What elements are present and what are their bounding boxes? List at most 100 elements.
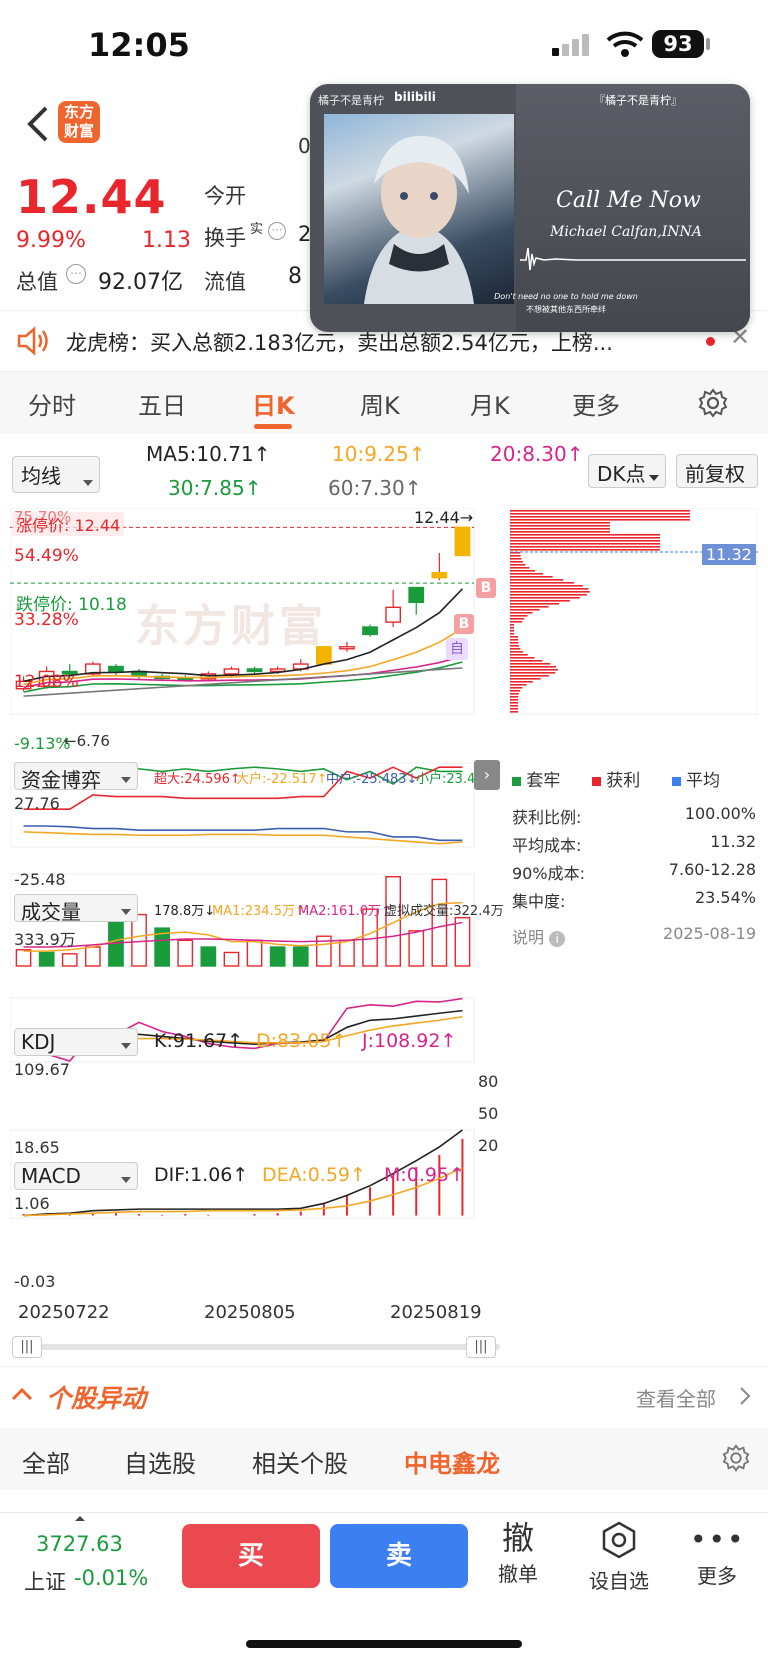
chip-bar <box>510 579 564 581</box>
chip-bar <box>510 672 556 674</box>
chip-bar <box>510 633 514 635</box>
speaker-icon <box>17 326 48 356</box>
tab-more[interactable]: 更多 <box>572 386 620 421</box>
candle <box>223 668 240 675</box>
chip-bar <box>510 642 519 644</box>
settings-gear-icon[interactable] <box>722 1444 750 1472</box>
chip-bar <box>510 519 690 521</box>
chip-bar <box>510 585 583 587</box>
chip-bar <box>510 546 660 548</box>
open-label: 今开 <box>204 184 246 208</box>
more-button[interactable]: ••• 更多 <box>690 1520 744 1589</box>
home-indicator <box>246 1640 522 1648</box>
chip-bar <box>510 582 574 584</box>
back-arrow-icon[interactable] <box>20 100 60 148</box>
tab-fenshi[interactable]: 分时 <box>28 386 76 421</box>
settings-gear-icon[interactable] <box>698 388 728 418</box>
chip-bar <box>510 660 543 662</box>
macd-dropdown[interactable]: MACD <box>14 1162 138 1190</box>
chip-bar <box>510 549 660 551</box>
volume-bar <box>269 946 286 967</box>
expand-arrow-icon[interactable]: › <box>474 760 500 790</box>
chip-bar <box>510 666 557 668</box>
buy-button[interactable]: 买 <box>182 1524 320 1588</box>
chip-bar <box>510 669 558 671</box>
chip-bar <box>510 609 540 611</box>
collapse-chevron-icon[interactable] <box>10 1385 34 1403</box>
filter-related[interactable]: 相关个股 <box>252 1444 348 1479</box>
period-tabs: 分时 五日 日K 周K 月K 更多 <box>0 372 768 434</box>
candle <box>408 586 425 604</box>
range-handle-left[interactable]: ||| <box>12 1336 42 1358</box>
chip-bar <box>510 531 610 533</box>
chip-bar <box>510 537 660 539</box>
cancel-order-button[interactable]: 撤 撤单 <box>492 1520 544 1587</box>
total-value: 92.07亿 <box>98 270 183 295</box>
tab-wuri[interactable]: 五日 <box>138 386 186 421</box>
tab-daily-k[interactable]: 日K <box>252 386 295 421</box>
filter-tabs: 全部 自选股 相关个股 中电鑫龙 <box>0 1428 768 1490</box>
add-watchlist-button[interactable]: 设自选 <box>584 1520 654 1594</box>
app-logo: 东方 财富 <box>58 101 100 143</box>
chip-bar <box>510 708 519 710</box>
volume-bar <box>131 913 147 967</box>
section-header[interactable]: 个股异动 查看全部 <box>0 1366 768 1424</box>
expand-up-icon[interactable] <box>74 1514 86 1522</box>
filter-watchlist[interactable]: 自选股 <box>124 1444 196 1479</box>
capital-dropdown[interactable]: 资金博弈 <box>14 762 138 792</box>
chip-bar <box>510 534 660 536</box>
candle <box>108 665 124 673</box>
waveform <box>520 247 746 271</box>
chip-bar <box>510 684 527 686</box>
filter-current-stock[interactable]: 中电鑫龙 <box>404 1444 500 1479</box>
chip-bar <box>510 612 533 614</box>
chip-bar <box>510 564 526 566</box>
chip-bar <box>510 576 553 578</box>
chip-bar <box>510 522 610 524</box>
chip-bar <box>510 528 610 530</box>
chip-bar <box>510 654 528 656</box>
chip-bar <box>510 606 549 608</box>
candle <box>385 606 402 623</box>
indicator-dropdown[interactable]: 均线 <box>12 456 100 493</box>
music-pip-overlay[interactable]: 橘子不是青柠 bilibili 『橘子不是青柠』 Call Me Now Mic… <box>310 84 750 332</box>
sell-button[interactable]: 卖 <box>330 1524 468 1588</box>
info-icon[interactable]: ⋯ <box>66 264 86 284</box>
kdj-dropdown[interactable]: KDJ <box>14 1028 138 1056</box>
adjust-button[interactable]: 前复权 <box>676 454 758 488</box>
chip-bar <box>510 597 580 599</box>
change-pct: 9.99% <box>16 228 86 253</box>
change-amount: 1.13 <box>142 228 191 253</box>
chip-bar <box>510 516 690 518</box>
range-slider[interactable]: ||| ||| <box>12 1336 500 1358</box>
float-value-label: 流值 <box>204 270 246 294</box>
chip-bar <box>510 681 533 683</box>
index-value[interactable]: 3727.63 <box>36 1532 123 1556</box>
info-icon[interactable]: i <box>549 931 566 947</box>
chip-bar <box>510 630 514 632</box>
chip-bar <box>510 600 570 602</box>
tab-weekly-k[interactable]: 周K <box>360 386 400 421</box>
chip-bar <box>510 591 590 593</box>
tab-monthly-k[interactable]: 月K <box>470 386 510 421</box>
chip-bar <box>510 603 560 605</box>
chip-bar <box>510 510 690 512</box>
chip-legend: 套牢 获利 平均 <box>512 766 758 791</box>
view-all-link[interactable]: 查看全部 <box>636 1383 716 1412</box>
range-handle-right[interactable]: ||| <box>466 1336 496 1358</box>
volume-dropdown[interactable]: 成交量 <box>14 894 138 924</box>
volume-bar <box>292 946 309 967</box>
chip-bar <box>510 561 523 563</box>
filter-all[interactable]: 全部 <box>22 1444 70 1479</box>
bilibili-logo: bilibili <box>394 90 436 104</box>
info-icon[interactable]: ⋯ <box>268 222 286 240</box>
chip-bar <box>510 615 528 617</box>
candle <box>339 646 355 650</box>
status-time: 12:05 <box>88 26 190 64</box>
dk-point-dropdown[interactable]: DK点 <box>588 454 666 488</box>
volume-bar <box>339 939 355 967</box>
chip-bar <box>510 555 521 557</box>
chip-bar <box>510 702 519 704</box>
chip-bar <box>510 618 525 620</box>
chip-bar <box>510 678 541 680</box>
